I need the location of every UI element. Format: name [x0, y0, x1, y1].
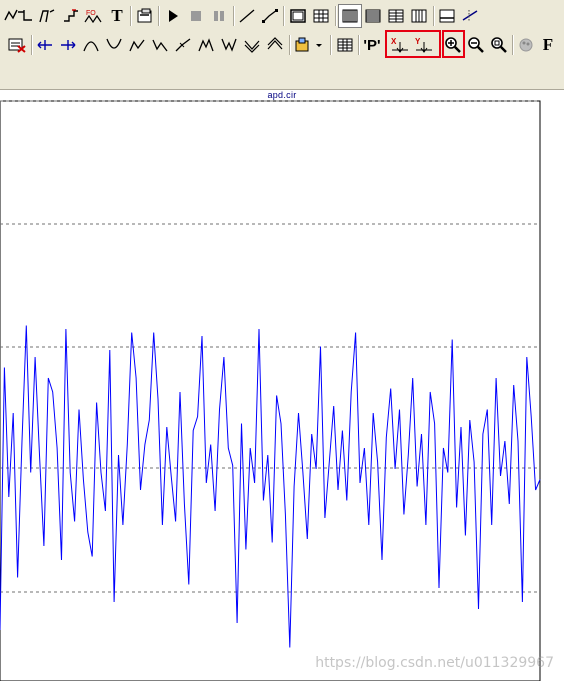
polyline-icon[interactable] [259, 5, 281, 27]
zoom-fit-icon[interactable] [488, 34, 510, 56]
separator [335, 6, 336, 26]
global-high-icon[interactable] [241, 34, 263, 56]
high-icon[interactable] [126, 34, 148, 56]
stop-icon[interactable] [185, 5, 207, 27]
svg-text:FO: FO [86, 10, 96, 17]
highlight-box-zoom [442, 30, 465, 58]
plot-title: apd.cir [267, 90, 297, 100]
font-button[interactable]: F [537, 34, 559, 56]
highlight-box-tags [385, 30, 441, 58]
edit-props-icon[interactable] [134, 5, 156, 27]
delete-curve-icon[interactable] [6, 34, 28, 56]
plot-window[interactable]: apd.cir https://blog.csdn.net/u011329967 [0, 90, 564, 682]
separator [433, 6, 434, 26]
cursor-icon[interactable] [459, 5, 481, 27]
grid-icon[interactable] [310, 5, 332, 27]
line-icon[interactable] [236, 5, 258, 27]
watermark: https://blog.csdn.net/u011329967 [315, 655, 554, 671]
main-toolbar: FO T [0, 0, 564, 32]
fourier-icon[interactable]: FO [82, 5, 104, 27]
h-bars-icon[interactable] [338, 4, 362, 28]
global-low-icon[interactable] [264, 34, 286, 56]
valley-icon[interactable] [103, 34, 125, 56]
v-grid-icon[interactable] [408, 5, 430, 27]
text-label-glyph: T [111, 6, 123, 25]
bottom-icon[interactable] [218, 34, 240, 56]
wire-icon[interactable] [14, 5, 36, 27]
p-label-text: 'P' [363, 36, 381, 54]
cursor-left-icon[interactable] [34, 34, 56, 56]
waveform-plot[interactable] [0, 90, 564, 682]
separator [289, 35, 290, 55]
peak-icon[interactable] [80, 34, 102, 56]
toolbar-band [0, 59, 564, 90]
axis-icon[interactable] [436, 5, 458, 27]
tag-icon[interactable] [292, 34, 326, 56]
analysis-toolbar: 'P' X Y F [0, 30, 564, 60]
separator [358, 35, 359, 55]
schematic-icon[interactable] [36, 5, 58, 27]
separator [31, 35, 32, 55]
inflect-icon[interactable] [172, 34, 194, 56]
separator [283, 6, 284, 26]
plot-frame [0, 100, 541, 682]
separator [233, 6, 234, 26]
top-icon[interactable] [195, 34, 217, 56]
table-icon[interactable] [334, 34, 356, 56]
frame-icon[interactable] [287, 5, 309, 27]
cursor-right-icon[interactable] [57, 34, 79, 56]
color-icon[interactable] [515, 34, 537, 56]
separator [158, 6, 159, 26]
text-label[interactable]: T [106, 5, 128, 27]
zoom-out-icon[interactable] [465, 34, 487, 56]
pause-icon[interactable] [208, 5, 230, 27]
p-label[interactable]: 'P' [361, 34, 383, 56]
low-icon[interactable] [149, 34, 171, 56]
font-button-label: F [542, 35, 554, 54]
h-grid-icon[interactable] [385, 5, 407, 27]
step-icon[interactable] [60, 5, 82, 27]
separator [330, 35, 331, 55]
h-lines-icon[interactable] [362, 5, 384, 27]
separator [512, 35, 513, 55]
run-icon[interactable] [162, 5, 184, 27]
separator [130, 6, 131, 26]
